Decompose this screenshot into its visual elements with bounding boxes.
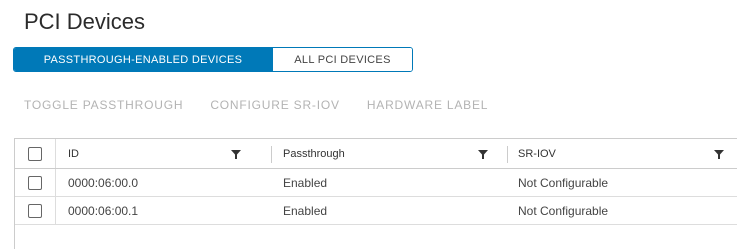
configure-sriov-button[interactable]: CONFIGURE SR-IOV [210,98,339,112]
row-select-cell [15,169,55,196]
filter-icon[interactable] [714,150,724,159]
column-divider [55,139,56,168]
row-checkbox[interactable] [28,175,42,190]
tab-passthrough-enabled-devices[interactable]: PASSTHROUGH-ENABLED DEVICES [14,48,272,71]
column-divider [55,169,56,196]
column-resize-handle[interactable] [271,146,272,163]
select-all-cell [15,139,55,168]
cell-id: 0000:06:00.1 [68,203,139,218]
cell-id: 0000:06:00.0 [68,175,139,190]
select-all-checkbox[interactable] [28,146,42,161]
column-header-passthrough[interactable]: Passthrough [283,139,345,168]
column-resize-handle[interactable] [507,146,508,163]
cell-passthrough: Enabled [283,203,328,218]
hardware-label-button[interactable]: HARDWARE LABEL [367,98,488,112]
cell-sriov: Not Configurable [518,203,609,218]
filter-icon[interactable] [478,150,488,159]
pci-devices-page: PCI Devices PASSTHROUGH-ENABLED DEVICES … [0,0,737,249]
tab-all-pci-devices[interactable]: ALL PCI DEVICES [272,48,412,71]
cell-sriov: Not Configurable [518,175,609,190]
pci-devices-table: ID Passthrough SR-IOV 0000:06:00.0 Enabl… [14,138,737,249]
table-row[interactable]: 0000:06:00.1 Enabled Not Configurable [15,197,737,225]
device-filter-tabs: PASSTHROUGH-ENABLED DEVICES ALL PCI DEVI… [13,47,413,72]
column-header-sriov[interactable]: SR-IOV [518,139,556,168]
cell-passthrough: Enabled [283,175,328,190]
column-header-id[interactable]: ID [68,139,79,168]
table-header: ID Passthrough SR-IOV [15,139,737,169]
filter-icon[interactable] [231,150,241,159]
toggle-passthrough-button[interactable]: TOGGLE PASSTHROUGH [24,98,183,112]
toolbar: TOGGLE PASSTHROUGH CONFIGURE SR-IOV HARD… [24,98,515,112]
page-title: PCI Devices [24,9,146,34]
row-select-cell [15,197,55,224]
column-divider [55,197,56,224]
table-row[interactable]: 0000:06:00.0 Enabled Not Configurable [15,169,737,197]
row-checkbox[interactable] [28,203,42,218]
